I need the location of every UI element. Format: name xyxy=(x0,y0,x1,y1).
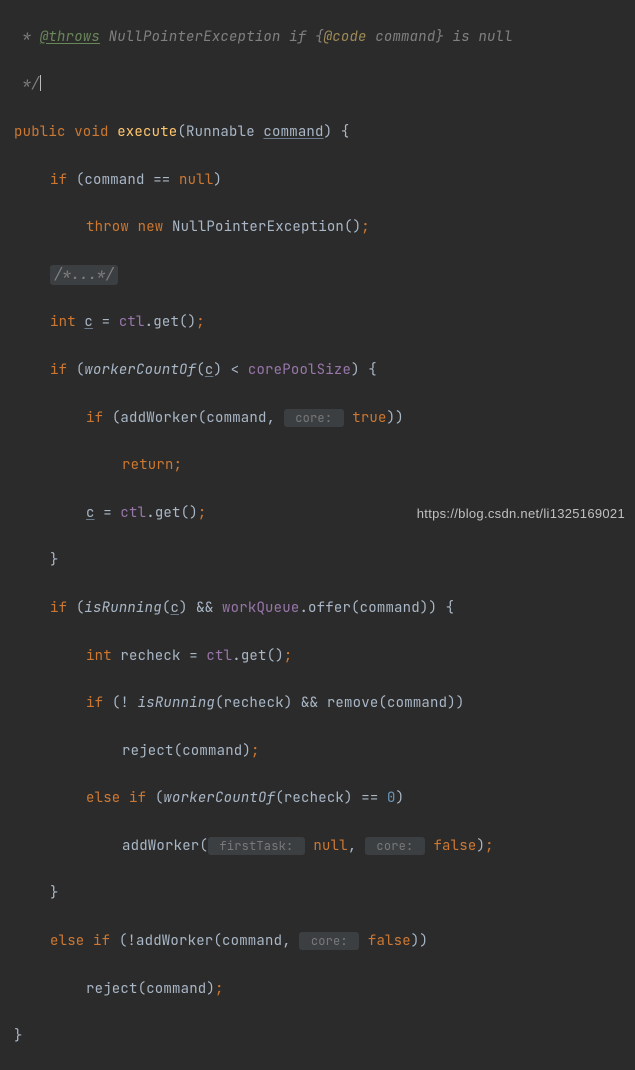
code-line: return; xyxy=(14,454,635,478)
code-line: int c = ctl.get(); xyxy=(14,311,635,335)
code-line: /*...*/ xyxy=(14,264,635,288)
code-line: */ xyxy=(14,73,635,97)
code-line: throw new NullPointerException(); xyxy=(14,216,635,240)
code-line: addWorker( firstTask: null, core: false)… xyxy=(14,835,635,859)
code-line: reject(command); xyxy=(14,978,635,1002)
param-hint: core: xyxy=(365,837,425,855)
method-name: execute xyxy=(117,123,177,141)
param-hint: core: xyxy=(299,932,359,950)
doc-star: * xyxy=(14,28,40,46)
code-line: } xyxy=(14,882,635,906)
param-command: command xyxy=(263,123,323,141)
code-line: if (workerCountOf(c) < corePoolSize) { xyxy=(14,359,635,383)
doc-close: */ xyxy=(14,75,40,93)
code-line: if (command == null) xyxy=(14,169,635,193)
folded-comment[interactable]: /*...*/ xyxy=(50,265,118,285)
code-line: int recheck = ctl.get(); xyxy=(14,645,635,669)
code-editor[interactable]: * @throws NullPointerException if {@code… xyxy=(0,0,635,1070)
param-hint: core: xyxy=(284,409,344,427)
throws-tag: @throws xyxy=(40,28,100,46)
doc-text: NullPointerException xyxy=(100,28,289,46)
code-line: else if (!addWorker(command, core: false… xyxy=(14,930,635,954)
code-line: else if (workerCountOf(recheck) == 0) xyxy=(14,787,635,811)
text-cursor xyxy=(40,75,41,91)
code-tag: @code xyxy=(324,28,367,46)
code-line: } xyxy=(14,549,635,573)
code-line: if (! isRunning(recheck) && remove(comma… xyxy=(14,692,635,716)
code-line: public void execute(Runnable command) { xyxy=(14,121,635,145)
code-line: if (addWorker(command, core: true)) xyxy=(14,407,635,431)
code-line: * @throws NullPointerException if {@code… xyxy=(14,26,635,50)
watermark-text: https://blog.csdn.net/li1325169021 xyxy=(417,503,625,525)
param-hint: firstTask: xyxy=(208,837,305,855)
code-line: } xyxy=(14,1025,635,1049)
code-line: reject(command); xyxy=(14,740,635,764)
code-line: if (isRunning(c) && workQueue.offer(comm… xyxy=(14,597,635,621)
